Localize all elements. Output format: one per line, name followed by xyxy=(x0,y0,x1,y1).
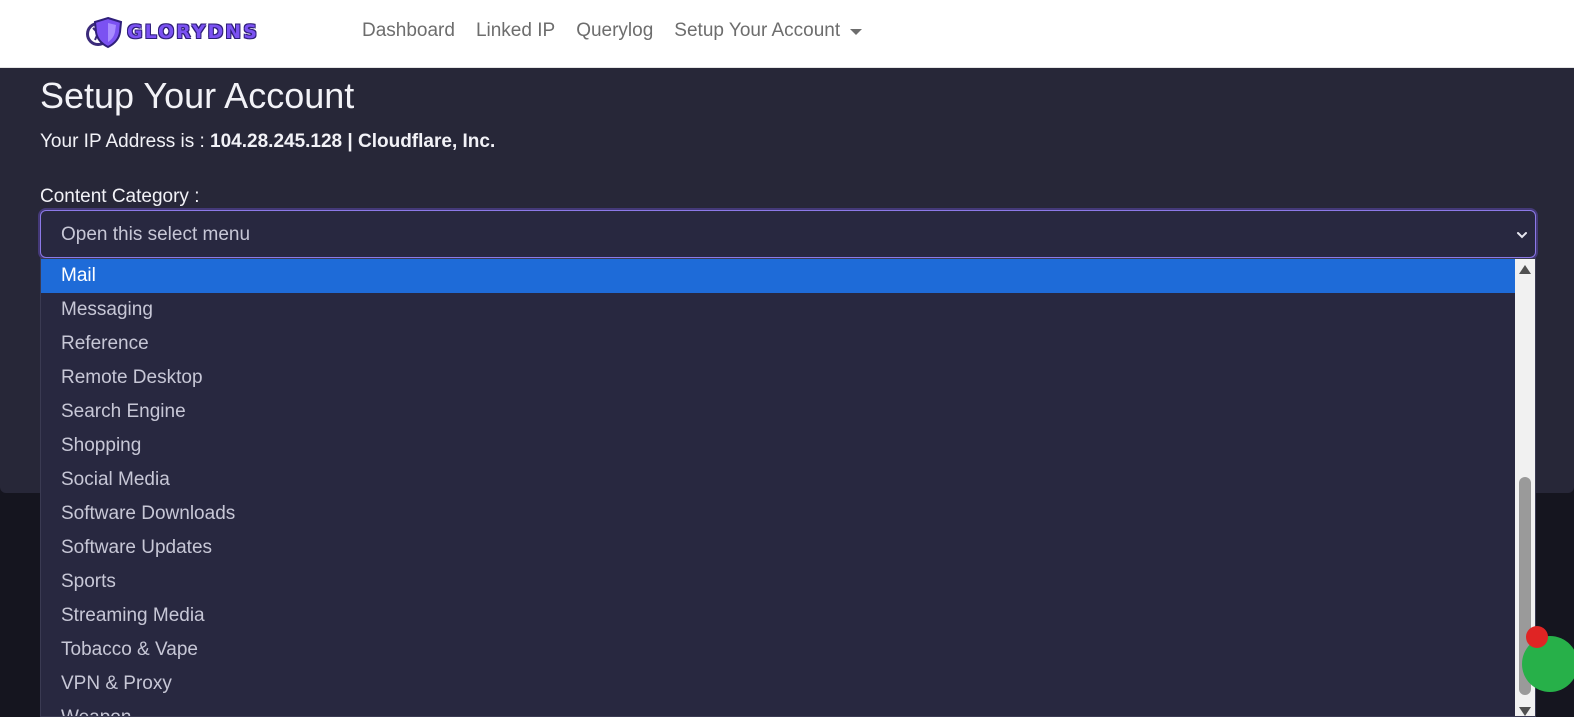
nav-menu: Dashboard Linked IP Querylog Setup Your … xyxy=(362,20,883,42)
option-social-media[interactable]: Social Media xyxy=(41,463,1515,497)
option-sports[interactable]: Sports xyxy=(41,565,1515,599)
option-search-engine[interactable]: Search Engine xyxy=(41,395,1515,429)
page-title: Setup Your Account xyxy=(40,75,355,116)
category-dropdown-list[interactable]: Mail Messaging Reference Remote Desktop … xyxy=(40,258,1536,717)
option-remote-desktop[interactable]: Remote Desktop xyxy=(41,361,1515,395)
option-weapon[interactable]: Weapon xyxy=(41,701,1515,716)
ip-address-value: 104.28.245.128 | Cloudflare, Inc. xyxy=(210,131,496,152)
option-shopping[interactable]: Shopping xyxy=(41,429,1515,463)
ip-address-prefix: Your IP Address is : xyxy=(40,131,211,152)
option-vpn-proxy[interactable]: VPN & Proxy xyxy=(41,667,1515,701)
notification-badge xyxy=(1526,626,1548,648)
top-navbar: GLORYDNS Dashboard Linked IP Querylog Se… xyxy=(0,0,1574,68)
nav-link-querylog[interactable]: Querylog xyxy=(576,20,653,42)
ip-address-line: Your IP Address is : 104.28.245.128 | Cl… xyxy=(40,131,495,153)
nav-dropdown-label: Setup Your Account xyxy=(674,20,841,41)
option-software-downloads[interactable]: Software Downloads xyxy=(41,497,1515,531)
content-category-select[interactable]: Open this select menu xyxy=(40,210,1536,258)
shield-logo-icon xyxy=(86,16,123,49)
brand[interactable]: GLORYDNS xyxy=(84,14,259,50)
chat-widget[interactable] xyxy=(1522,622,1574,694)
chevron-down-icon xyxy=(1517,232,1527,239)
option-messaging[interactable]: Messaging xyxy=(41,293,1515,327)
scroll-up-arrow-icon[interactable] xyxy=(1519,265,1531,274)
content-category-label: Content Category : xyxy=(40,186,200,207)
option-tobacco-vape[interactable]: Tobacco & Vape xyxy=(41,633,1515,667)
option-reference[interactable]: Reference xyxy=(41,327,1515,361)
nav-link-dashboard[interactable]: Dashboard xyxy=(362,20,455,42)
option-software-updates[interactable]: Software Updates xyxy=(41,531,1515,565)
select-placeholder: Open this select menu xyxy=(61,224,251,245)
brand-name: GLORYDNS xyxy=(127,21,259,43)
nav-dropdown-setup-account[interactable]: Setup Your Account xyxy=(674,20,863,42)
caret-down-icon xyxy=(850,29,863,35)
option-streaming-media[interactable]: Streaming Media xyxy=(41,599,1515,633)
option-mail[interactable]: Mail xyxy=(41,259,1515,293)
scroll-down-arrow-icon[interactable] xyxy=(1519,707,1531,716)
nav-link-linked-ip[interactable]: Linked IP xyxy=(476,20,555,42)
